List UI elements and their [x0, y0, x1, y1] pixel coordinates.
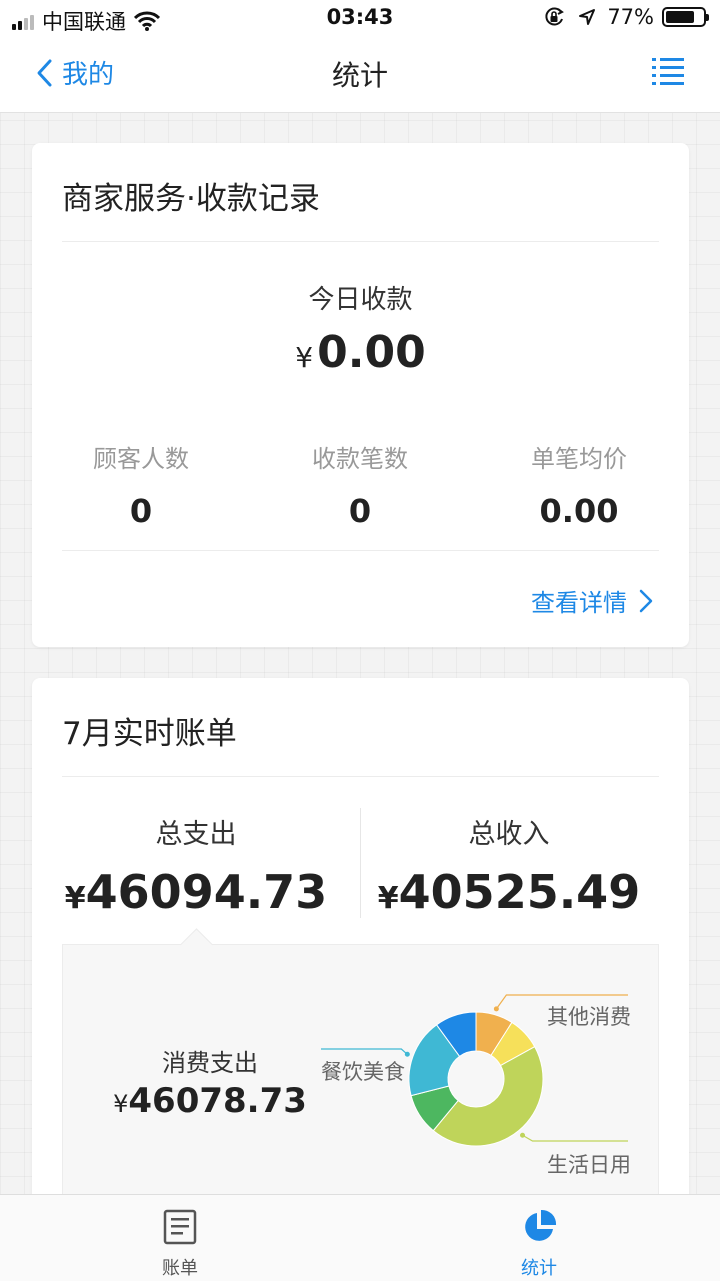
- total-expense-label: 总支出: [155, 819, 237, 850]
- status-right: 77%: [543, 5, 709, 29]
- stat-customers: 顾客人数 0: [41, 439, 241, 530]
- stat-value: 0: [129, 492, 153, 530]
- bill-title: 7月实时账单: [62, 716, 237, 752]
- total-expense[interactable]: 总支出 ¥46094.73: [46, 812, 346, 919]
- chart-label-daily: 生活日用: [547, 1153, 631, 1177]
- stat-label: 收款笔数: [312, 445, 408, 473]
- orientation-lock-icon: [545, 7, 565, 26]
- total-income[interactable]: 总收入 ¥40525.49: [359, 812, 659, 919]
- monthly-bill-card: 7月实时账单 总支出 ¥46094.73 总收入 ¥40525.49 消费支出 …: [32, 678, 689, 1218]
- leader-line-2: [522, 1134, 628, 1142]
- stat-transactions: 收款笔数 0: [260, 439, 460, 530]
- tab-statistics-label: 统计: [521, 1258, 557, 1279]
- pie-chart-icon: [525, 1209, 557, 1241]
- divider: [62, 550, 659, 551]
- leader-line-1: [321, 1048, 408, 1055]
- battery-icon: [662, 7, 709, 27]
- chevron-right-icon: [639, 589, 653, 612]
- merchant-card: 商家服务·收款记录 今日收款 ¥0.00 顾客人数 0 收款笔数 0 单笔均价 …: [32, 143, 689, 647]
- list-menu-icon: [652, 58, 684, 85]
- leader-dot-1: [404, 1051, 410, 1057]
- stat-value: 0.00: [539, 492, 619, 530]
- tab-statistics[interactable]: 统计: [479, 1209, 599, 1280]
- chart-label-other: 其他消费: [547, 1005, 631, 1029]
- tab-bill-label: 账单: [162, 1258, 198, 1279]
- expense-breakdown-panel: 消费支出 ¥46078.73 其他消费 餐饮美食 生活日用: [62, 928, 659, 1218]
- total-expense-amount: ¥46094.73: [46, 865, 346, 919]
- nav-bar: 我的 统计: [0, 36, 720, 113]
- total-income-label: 总收入: [468, 819, 550, 850]
- total-income-amount: ¥40525.49: [359, 865, 659, 919]
- currency-symbol: ¥: [64, 881, 86, 916]
- battery-percent: 77%: [607, 5, 654, 29]
- tab-bar: 账单 统计: [0, 1194, 720, 1281]
- chart-label-food: 餐饮美食: [321, 1060, 405, 1084]
- total-income-value: 40525.49: [398, 865, 641, 919]
- leader-dot-0: [493, 1006, 499, 1012]
- total-expense-value: 46094.73: [85, 865, 328, 919]
- stat-value: 0: [348, 492, 372, 530]
- page-title: 统计: [331, 59, 388, 92]
- view-details-link[interactable]: 查看详情: [531, 583, 655, 618]
- today-amount-value: 0.00: [317, 327, 426, 378]
- merchant-title: 商家服务·收款记录: [62, 181, 320, 217]
- view-details-label: 查看详情: [531, 589, 627, 617]
- stat-average: 单笔均价 0.00: [479, 439, 679, 530]
- divider: [62, 241, 659, 242]
- location-icon: [579, 9, 596, 25]
- stat-label: 顾客人数: [93, 445, 189, 473]
- currency-symbol: ¥: [295, 341, 314, 374]
- leader-dot-2: [520, 1132, 526, 1138]
- today-amount: ¥0.00: [32, 327, 689, 378]
- document-icon: [163, 1209, 197, 1245]
- tab-bill[interactable]: 账单: [120, 1209, 240, 1280]
- today-label: 今日收款: [308, 285, 413, 315]
- status-bar: 中国联通 03:43 77%: [0, 0, 720, 36]
- stat-label: 单笔均价: [531, 445, 627, 473]
- divider: [62, 776, 659, 777]
- menu-button[interactable]: [652, 56, 684, 90]
- currency-symbol: ¥: [377, 881, 399, 916]
